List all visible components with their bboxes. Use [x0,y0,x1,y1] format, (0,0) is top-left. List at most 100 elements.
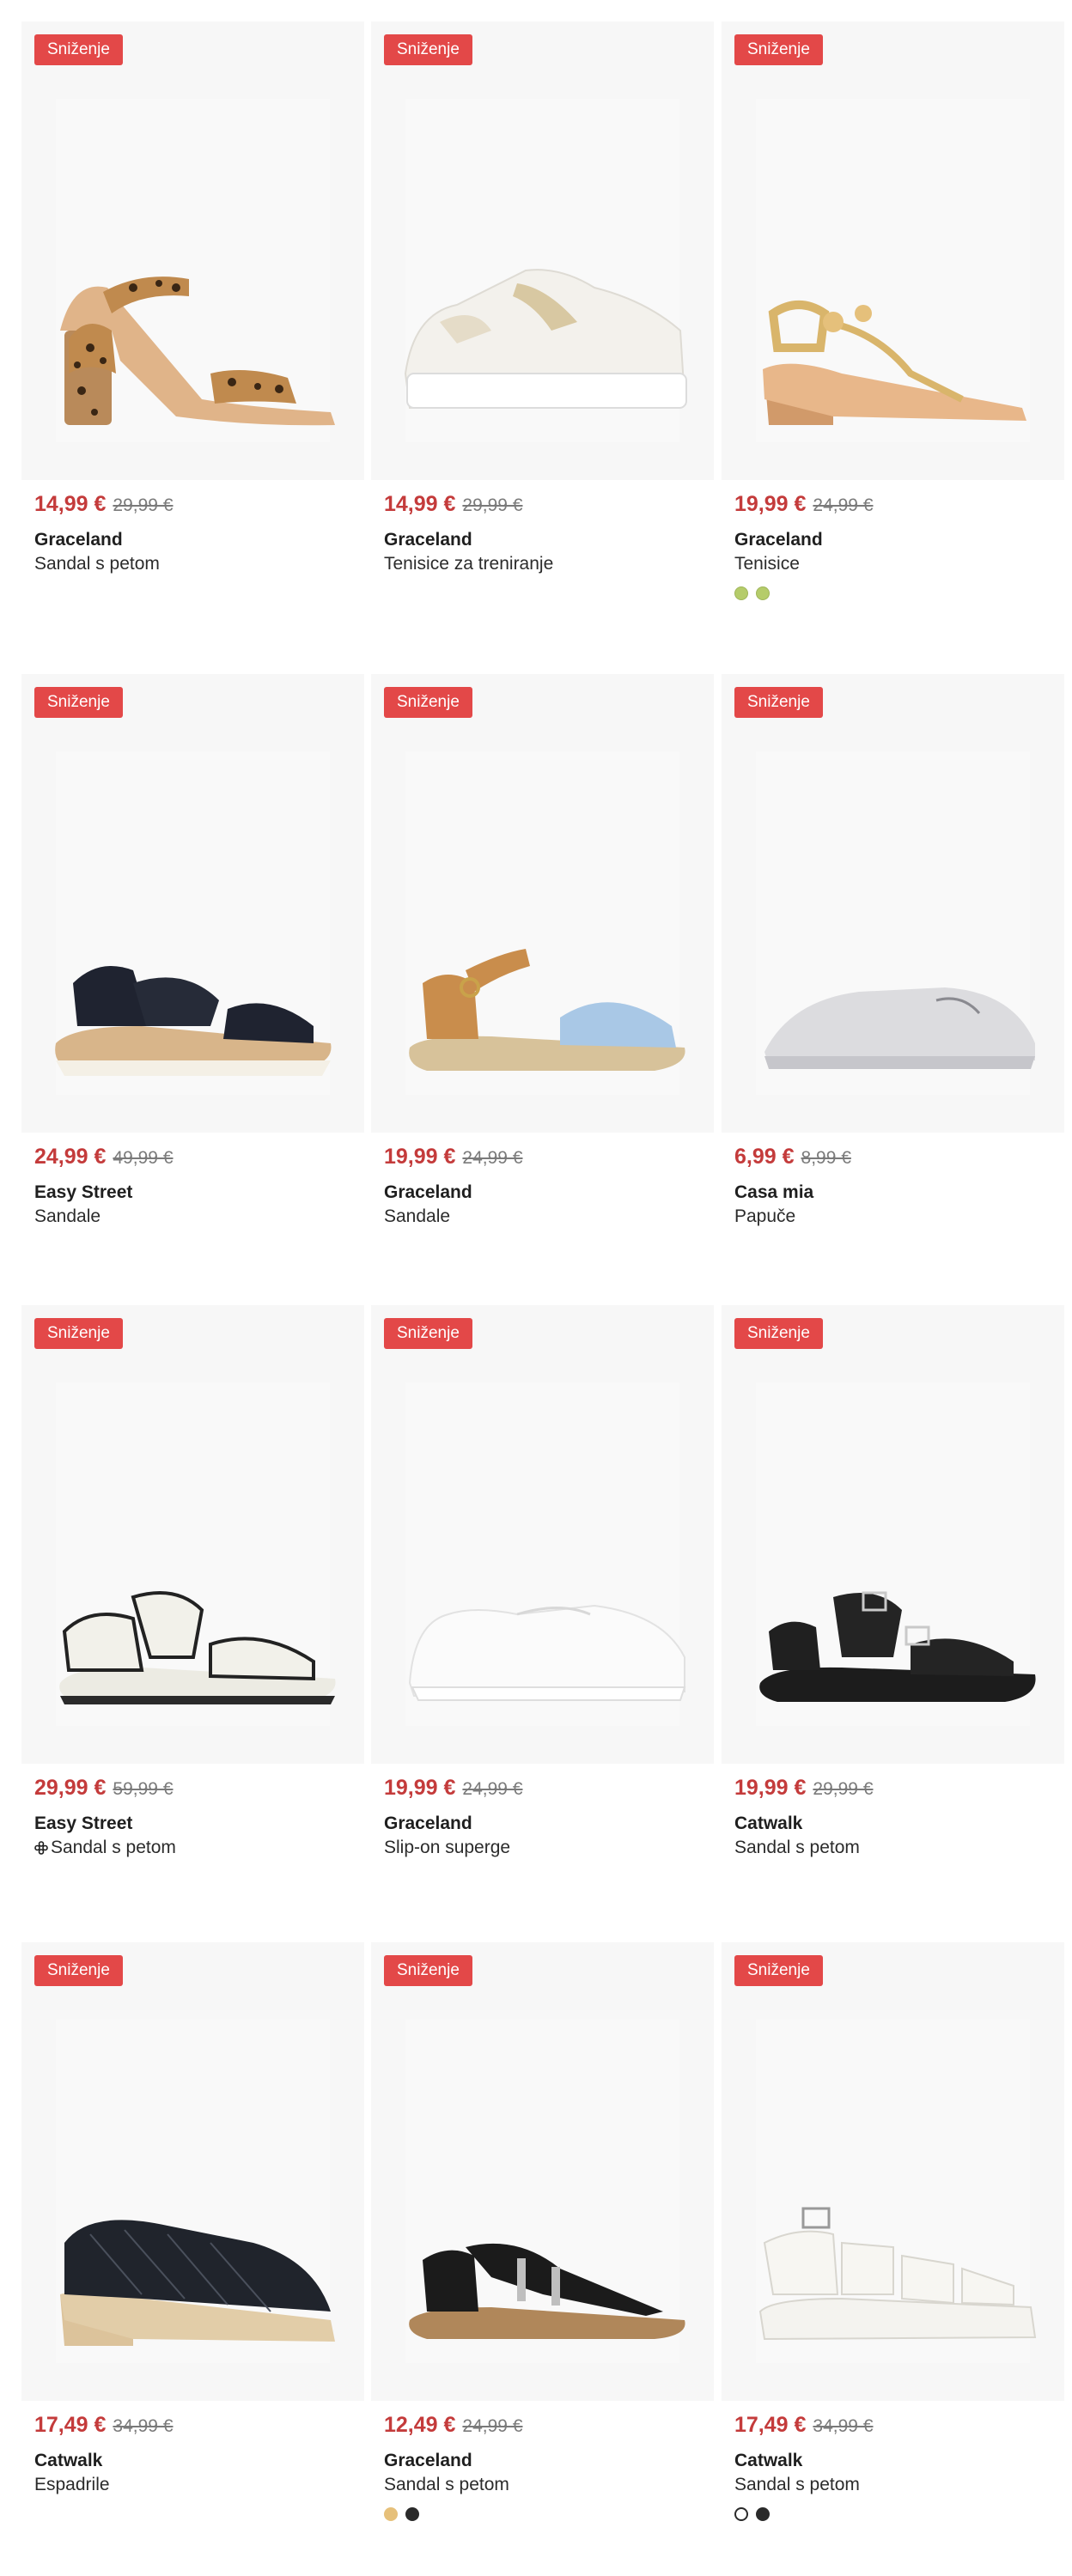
product-type[interactable]: Tenisice [734,554,1051,574]
original-price: 24,99 € [462,1779,523,1799]
sale-badge: Sniženje [734,34,823,65]
product-type-row[interactable]: Sandal s petom [34,1838,351,1858]
product-card[interactable]: Sniženje 17,49 € 34,99 € Catwalk Espadri… [21,1942,364,2495]
brand-name[interactable]: Catwalk [34,2451,351,2471]
brand-name[interactable]: Catwalk [734,2451,1051,2471]
product-image[interactable]: Sniženje [722,1305,1064,1764]
sale-price: 17,49 € [34,2413,107,2437]
product-type[interactable]: Sandal s petom [34,554,351,574]
color-swatch[interactable] [734,586,748,600]
sale-badge: Sniženje [34,1955,123,1986]
sale-badge: Sniženje [34,1318,123,1349]
brand-name[interactable]: Graceland [384,2451,701,2471]
sale-price: 19,99 € [384,1145,456,1169]
color-swatch[interactable] [756,586,770,600]
product-type[interactable]: Sandale [34,1206,351,1227]
product-image[interactable]: Sniženje [371,674,714,1133]
white-knit-sneaker-image [408,1604,686,1701]
white-platform-sneaker-image [404,269,687,410]
product-type[interactable]: Sandal s petom [734,2475,1051,2495]
brand-name[interactable]: Catwalk [734,1814,1051,1834]
product-card[interactable]: Sniženje 14,99 € 29,99 € Graceland Tenis… [371,21,714,574]
product-card[interactable]: Sniženje 29,99 € 59,99 € Easy Street San… [21,1305,364,1858]
sale-badge: Sniženje [384,1318,472,1349]
product-type[interactable]: Espadrile [34,2475,351,2495]
white-sport-sandal-image [59,1591,336,1704]
brand-name[interactable]: Graceland [384,530,701,550]
original-price: 29,99 € [462,495,523,515]
product-image[interactable]: Sniženje [21,1305,364,1764]
original-price: 29,99 € [113,495,174,515]
product-image[interactable]: Sniženje [21,674,364,1133]
sale-badge: Sniženje [734,1318,823,1349]
brand-name[interactable]: Graceland [384,1182,701,1203]
product-image[interactable]: Sniženje [21,21,364,480]
sale-price: 24,99 € [34,1145,107,1169]
product-card[interactable]: Sniženje 19,99 € 24,99 € Graceland Sanda… [371,674,714,1227]
gold-wedge-sandal-image [763,301,1026,425]
product-image[interactable]: Sniženje [371,1305,714,1764]
product-image[interactable]: Sniženje [722,21,1064,480]
brand-name[interactable]: Easy Street [34,1182,351,1203]
product-type[interactable]: Sandal s petom [384,2475,701,2495]
sale-price: 14,99 € [384,492,456,516]
sale-price: 12,49 € [384,2413,456,2437]
product-type[interactable]: Sandale [384,1206,701,1227]
sale-badge: Sniženje [384,687,472,718]
color-swatch[interactable] [405,2507,419,2521]
product-card[interactable]: Sniženje 6,99 € 8,99 € Casa mia Papuče [722,674,1064,1227]
sale-price: 19,99 € [734,1776,807,1800]
original-price: 49,99 € [113,1148,174,1168]
color-swatch[interactable] [384,2507,398,2521]
product-type[interactable]: Papuče [734,1206,1051,1227]
sale-badge: Sniženje [384,34,472,65]
sale-badge: Sniženje [734,1955,823,1986]
sale-badge: Sniženje [734,687,823,718]
sale-badge: Sniženje [34,687,123,718]
espadrille-sandal-image [409,949,685,1071]
product-type[interactable]: Sandal s petom [734,1838,1051,1858]
sale-price: 29,99 € [34,1776,107,1800]
product-card[interactable]: Sniženje 14,99 € 29,99 € Graceland Sanda… [21,21,364,574]
original-price: 24,99 € [462,2416,523,2436]
color-swatches [734,2507,1051,2521]
color-swatch[interactable] [734,2507,748,2521]
color-swatch[interactable] [756,2507,770,2521]
product-image[interactable]: Sniženje [371,21,714,480]
product-type[interactable]: Tenisice za treniranje [384,554,701,574]
product-card[interactable]: Sniženje 19,99 € 24,99 € Graceland Slip-… [371,1305,714,1858]
product-image[interactable]: Sniženje [21,1942,364,2401]
color-swatches [734,586,1051,600]
product-image[interactable]: Sniženje [722,674,1064,1133]
product-type[interactable]: Slip-on superge [384,1838,701,1858]
brand-name[interactable]: Graceland [384,1814,701,1834]
original-price: 24,99 € [462,1148,523,1168]
sale-badge: Sniženje [34,34,123,65]
original-price: 59,99 € [113,1779,174,1799]
brand-name[interactable]: Graceland [34,530,351,550]
product-card[interactable]: Sniženje 19,99 € 24,99 € Graceland Tenis… [722,21,1064,600]
grey-slipper-image [764,987,1035,1069]
product-card[interactable]: Sniženje 17,49 € 34,99 € Catwalk Sandal … [722,1942,1064,2521]
product-image[interactable]: Sniženje [371,1942,714,2401]
brand-name[interactable]: Easy Street [34,1814,351,1834]
sale-price: 6,99 € [734,1145,795,1169]
product-card[interactable]: Sniženje 19,99 € 29,99 € Catwalk Sandal … [722,1305,1064,1858]
sale-price: 19,99 € [734,492,807,516]
sale-price: 14,99 € [34,492,107,516]
brand-name[interactable]: Casa mia [734,1182,1051,1203]
product-image[interactable]: Sniženje [722,1942,1064,2401]
white-chunky-sandal-image [758,2207,1037,2341]
original-price: 8,99 € [801,1148,851,1168]
sale-badge: Sniženje [384,1955,472,1986]
product-card[interactable]: Sniženje 24,99 € 49,99 € Easy Street San… [21,674,364,1227]
black-velcro-sandal-image [55,966,332,1076]
black-mesh-espadrille-image [60,2220,335,2346]
brand-name[interactable]: Graceland [734,530,1051,550]
color-swatches [384,2507,701,2521]
original-price: 34,99 € [813,2416,874,2436]
original-price: 24,99 € [813,495,874,515]
product-card[interactable]: Sniženje 12,49 € 24,99 € Graceland Sanda… [371,1942,714,2521]
sale-price: 19,99 € [384,1776,456,1800]
flower-icon [34,1841,48,1855]
